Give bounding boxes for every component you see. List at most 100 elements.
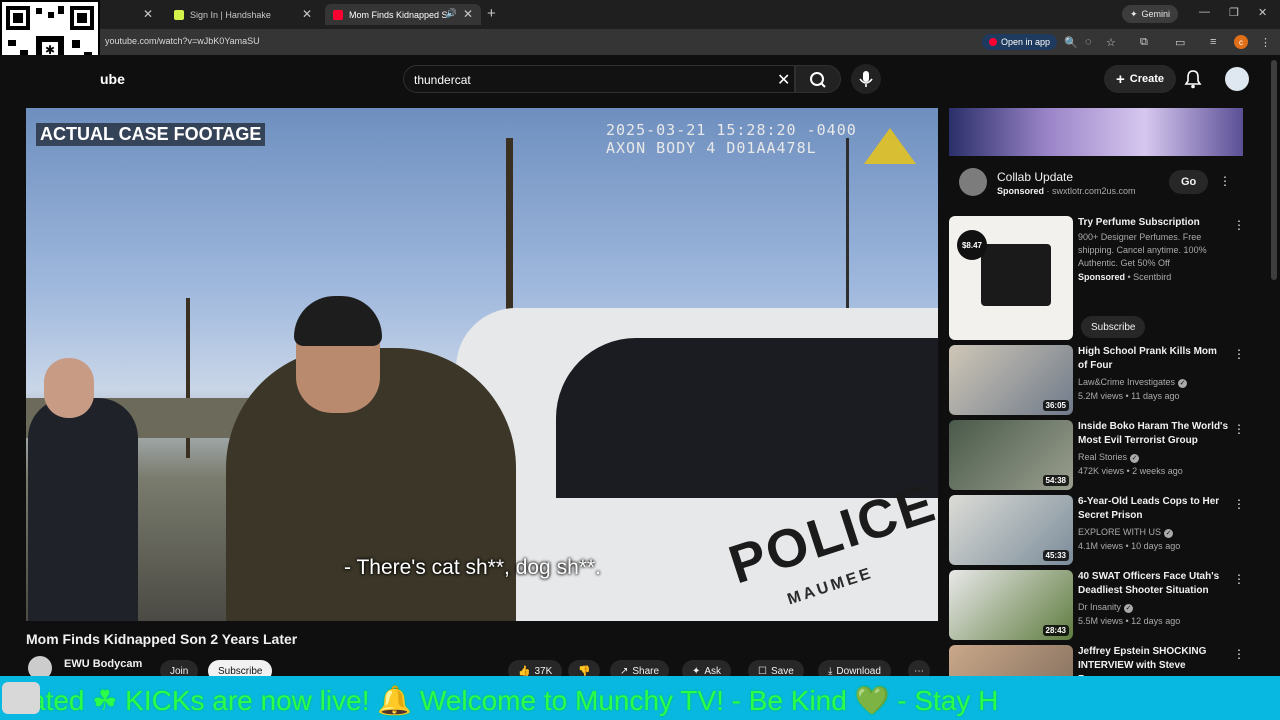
open-in-app-button[interactable]: Open in app xyxy=(982,34,1058,50)
voice-search-button[interactable] xyxy=(851,64,881,94)
tab-handshake[interactable]: Sign In | Handshake ✕ xyxy=(166,4,320,25)
ad-go-button[interactable]: Go xyxy=(1169,170,1209,194)
bodycam-timestamp: 2025-03-21 15:28:20 -0400 AXON BODY 4 D0… xyxy=(606,121,857,157)
ad-card-sponsor-line: Sponsored • Scentbird xyxy=(1078,272,1172,282)
recommendation-menu-icon[interactable]: ⋮ xyxy=(1233,647,1243,661)
channel-label: Real Stories xyxy=(1078,452,1128,462)
profile-avatar[interactable]: c xyxy=(1234,35,1248,49)
page-scrollbar[interactable] xyxy=(1271,60,1277,280)
recommendation-title[interactable]: 40 SWAT Officers Face Utah's Deadliest S… xyxy=(1078,570,1228,598)
ad-card-advertiser: Scentbird xyxy=(1133,272,1172,282)
man-beanie xyxy=(294,296,382,346)
close-tab-icon[interactable]: ✕ xyxy=(302,7,312,21)
video-thumbnail[interactable] xyxy=(949,645,1073,676)
cast-icon[interactable]: ▭ xyxy=(1175,36,1185,49)
verified-check-icon: ✓ xyxy=(1130,454,1140,463)
channel-label: Law&Crime Investigates xyxy=(1078,377,1176,387)
ad-card-subscribe-label: Subscribe xyxy=(1091,321,1136,333)
list-item[interactable]: 54:38 Inside Boko Haram The World's Most… xyxy=(949,420,1245,490)
subscribe-label: Subscribe xyxy=(218,665,263,677)
ad-sponsor-line: Sponsored · swxtlotr.com2us.com xyxy=(997,186,1136,196)
more-icon: ⋯ xyxy=(914,665,924,677)
close-window-icon[interactable]: ✕ xyxy=(1258,6,1267,19)
recommendation-title[interactable]: High School Prank Kills Mom of Four xyxy=(1078,345,1228,373)
stream-ticker-banner: ated ☘ KICKs are now live! 🔔 Welcome to … xyxy=(0,676,1280,720)
video-thumbnail[interactable]: 45:33 xyxy=(949,495,1073,565)
list-item[interactable]: 45:33 6-Year-Old Leads Cops to Her Secre… xyxy=(949,495,1245,565)
ad-card-subscribe-button[interactable]: Subscribe xyxy=(1081,316,1146,338)
youtube-app-icon xyxy=(989,38,997,46)
recommendation-channel[interactable]: Dr Insanity ✓ xyxy=(1078,602,1134,613)
recommendation-title[interactable]: Jeffrey Epstein SHOCKING INTERVIEW with … xyxy=(1078,645,1228,676)
clear-search-icon[interactable]: ✕ xyxy=(777,70,790,90)
search-box[interactable]: thundercat ✕ xyxy=(403,65,795,93)
search-input[interactable]: thundercat xyxy=(414,73,471,87)
gemini-label: Gemini xyxy=(1141,9,1171,19)
ad-card-menu-icon[interactable]: ⋮ xyxy=(1233,218,1245,232)
video-thumbnail[interactable]: 28:43 xyxy=(949,570,1073,640)
recommendation-menu-icon[interactable]: ⋮ xyxy=(1233,572,1245,586)
recommendation-channel[interactable]: EXPLORE WITH US ✓ xyxy=(1078,527,1174,538)
thumbs-up-icon: 👍 xyxy=(518,665,531,677)
channel-name[interactable]: EWU Bodycam xyxy=(64,658,142,670)
minimize-icon[interactable]: — xyxy=(1199,6,1210,18)
ad-card-thumbnail[interactable]: $8.47 xyxy=(949,216,1073,340)
recommendation-channel[interactable]: Law&Crime Investigates ✓ xyxy=(1078,377,1188,388)
sparkle-icon: ✦ xyxy=(692,665,701,677)
close-tab-icon[interactable]: ✕ xyxy=(463,7,473,21)
ad-card-description: 900+ Designer Perfumes. Free shipping. C… xyxy=(1078,232,1207,268)
recommendation-meta: 5.5M views • 12 days ago xyxy=(1078,616,1181,626)
ad-advertiser-logo xyxy=(959,168,987,196)
video-thumbnail[interactable]: 36:05 xyxy=(949,345,1073,415)
thumbs-down-icon: 👎 xyxy=(578,665,591,677)
extensions-icon[interactable]: ⧉ xyxy=(1140,36,1148,49)
recommendation-menu-icon[interactable]: ⋮ xyxy=(1233,422,1245,436)
download-label: Download xyxy=(836,665,881,677)
recommendation-meta: 4.1M views • 10 days ago xyxy=(1078,541,1181,551)
ticker-text: ated ☘ KICKs are now live! 🔔 Welcome to … xyxy=(30,685,999,716)
list-item[interactable]: 28:43 40 SWAT Officers Face Utah's Deadl… xyxy=(949,570,1245,640)
ad-card-perfume[interactable]: $8.47 Try Perfume Subscription 900+ Desi… xyxy=(949,216,1245,340)
search-button[interactable] xyxy=(795,65,841,93)
video-player[interactable]: POLICE MAUMEE ACTUAL CASE FOOTAGE 2025-0… xyxy=(26,108,938,621)
reading-list-icon[interactable]: ≡ xyxy=(1210,36,1216,48)
officer-head xyxy=(44,358,94,418)
close-tab-icon[interactable]: ✕ xyxy=(143,7,153,21)
youtube-header: ube thundercat ✕ + Create xyxy=(0,55,1280,105)
gemini-button[interactable]: ✦ Gemini xyxy=(1122,5,1179,23)
axon-logo-icon xyxy=(864,128,916,164)
maximize-icon[interactable]: ❐ xyxy=(1229,6,1239,19)
ad-banner-card[interactable]: Collab Update Sponsored · swxtlotr.com2u… xyxy=(949,108,1243,212)
create-button[interactable]: + Create xyxy=(1104,65,1177,93)
recommendation-title[interactable]: Inside Boko Haram The World's Most Evil … xyxy=(1078,420,1228,448)
list-item[interactable]: Jeffrey Epstein SHOCKING INTERVIEW with … xyxy=(949,645,1243,676)
list-item[interactable]: 36:05 High School Prank Kills Mom of Fou… xyxy=(949,345,1245,415)
recommendation-meta: 5.2M views • 11 days ago xyxy=(1078,391,1180,401)
recommendation-menu-icon[interactable]: ⋮ xyxy=(1233,347,1245,361)
new-tab-icon[interactable]: + xyxy=(487,5,496,22)
url-field[interactable]: youtube.com/watch?v=wJbK0YamaSU xyxy=(105,36,260,46)
recommendation-menu-icon[interactable]: ⋮ xyxy=(1233,497,1245,511)
like-count: 37K xyxy=(534,665,553,677)
tab-youtube-active[interactable]: Mom Finds Kidnapped Son 🔊 ✕ xyxy=(325,4,481,25)
timestamp-line-1: 2025-03-21 15:28:20 -0400 xyxy=(606,121,857,139)
speaker-icon[interactable]: 🔊 xyxy=(446,8,457,19)
recommendation-channel[interactable]: Real Stories ✓ xyxy=(1078,452,1140,463)
eye-off-icon[interactable]: ◌ xyxy=(1085,36,1092,48)
ad-menu-icon[interactable]: ⋮ xyxy=(1219,174,1231,188)
save-playlist-icon: ☐ xyxy=(758,665,767,677)
ad-domain: swxtlotr.com2us.com xyxy=(1052,186,1136,196)
ad-banner-image[interactable] xyxy=(949,108,1243,156)
recommendation-title[interactable]: 6-Year-Old Leads Cops to Her Secret Pris… xyxy=(1078,495,1228,523)
user-avatar[interactable] xyxy=(1225,67,1249,91)
video-thumbnail[interactable]: 54:38 xyxy=(949,420,1073,490)
ad-go-label: Go xyxy=(1181,176,1197,188)
zoom-icon[interactable]: 🔍 xyxy=(1064,36,1078,49)
browser-menu-icon[interactable]: ⋮ xyxy=(1260,36,1271,49)
browser-tab-strip: ✕ Sign In | Handshake ✕ Mom Finds Kidnap… xyxy=(0,0,1280,29)
youtube-logo[interactable]: ube xyxy=(100,71,125,87)
join-label: Join xyxy=(170,665,189,677)
tab-1[interactable]: ✕ xyxy=(105,4,161,25)
notifications-bell-icon[interactable] xyxy=(1184,69,1202,94)
bookmark-star-icon[interactable]: ☆ xyxy=(1106,36,1116,49)
